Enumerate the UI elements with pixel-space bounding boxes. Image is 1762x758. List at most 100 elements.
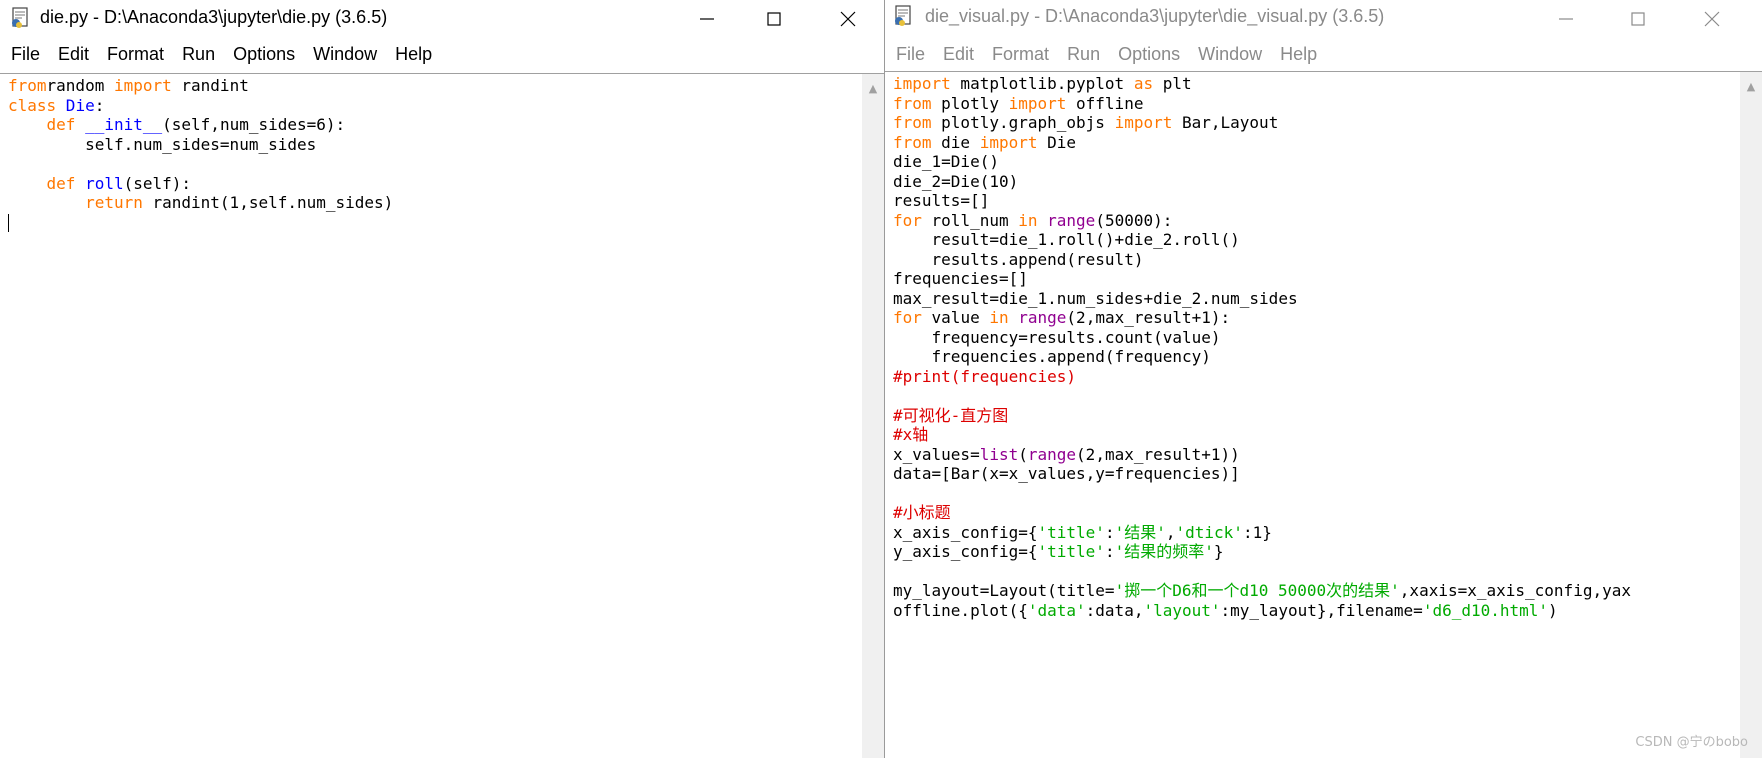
code-line[interactable] <box>893 484 1738 504</box>
code-line[interactable]: y_axis_config={'title':'结果的频率'} <box>893 542 1738 562</box>
code-token: ( <box>1018 444 1028 464</box>
code-line[interactable]: fromrandom import randint <box>8 76 860 96</box>
code-token: y_axis_config={ <box>893 542 1038 561</box>
close-button[interactable] <box>1685 0 1739 37</box>
menu-help[interactable]: Help <box>386 44 441 65</box>
menu-file[interactable]: File <box>2 44 49 65</box>
code-line[interactable]: for value in range(2,max_result+1): <box>893 308 1738 328</box>
scroll-up-arrow-icon[interactable]: ▲ <box>862 82 884 95</box>
code-token: import <box>1114 113 1173 132</box>
code-token: list <box>979 444 1019 464</box>
code-line[interactable]: frequencies.append(frequency) <box>893 347 1738 367</box>
menu-bar: File Edit Format Run Options Window Help <box>0 37 884 71</box>
menu-help[interactable]: Help <box>1271 44 1326 65</box>
code-token: randint(1,self.num_sides) <box>142 193 394 212</box>
code-token: range <box>1018 308 1067 327</box>
menu-window[interactable]: Window <box>1189 44 1271 65</box>
menu-file[interactable]: File <box>887 44 934 65</box>
code-line[interactable]: frequencies=[] <box>893 269 1738 289</box>
code-line[interactable]: results.append(result) <box>893 250 1738 270</box>
code-line[interactable] <box>8 154 860 174</box>
maximize-button[interactable] <box>747 0 801 37</box>
code-line[interactable]: def roll(self): <box>8 174 860 194</box>
code-line[interactable] <box>893 386 1738 406</box>
code-token: results.append(result) <box>893 249 1144 269</box>
menu-run[interactable]: Run <box>173 44 224 65</box>
vertical-scrollbar[interactable]: ▲ <box>862 74 884 758</box>
code-line[interactable]: #x轴 <box>893 425 1738 445</box>
code-line[interactable]: my_layout=Layout(title='掷一个D6和一个d10 5000… <box>893 581 1738 601</box>
code-line[interactable]: #小标题 <box>893 503 1738 523</box>
close-icon <box>1704 11 1720 26</box>
code-token: Bar,Layout <box>1172 113 1279 132</box>
minimize-icon <box>1559 17 1573 20</box>
code-line[interactable]: from plotly.graph_objs import Bar,Layout <box>893 113 1738 133</box>
code-token: #print(frequencies) <box>893 366 1077 386</box>
code-editor[interactable]: fromrandom import randint class Die: def … <box>0 73 884 758</box>
code-line[interactable]: class Die: <box>8 96 860 116</box>
code-line[interactable]: #print(frequencies) <box>893 367 1738 387</box>
menu-edit[interactable]: Edit <box>934 44 983 65</box>
menu-options[interactable]: Options <box>1109 44 1189 65</box>
code-editor[interactable]: import matplotlib.pyplot as plt from plot… <box>885 71 1762 758</box>
menu-window[interactable]: Window <box>304 44 386 65</box>
code-line[interactable]: def __init__(self,num_sides=6): <box>8 115 860 135</box>
code-line[interactable]: result=die_1.roll()+die_2.roll() <box>893 230 1738 250</box>
code-line[interactable]: #可视化-直方图 <box>893 406 1738 426</box>
close-button[interactable] <box>821 0 875 37</box>
code-area[interactable]: fromrandom import randint class Die: def … <box>8 76 860 758</box>
menu-edit[interactable]: Edit <box>49 44 98 65</box>
code-line[interactable]: frequency=results.count(value) <box>893 328 1738 348</box>
code-token: #x轴 <box>893 425 929 444</box>
menu-run[interactable]: Run <box>1058 44 1109 65</box>
code-line[interactable]: die_2=Die(10) <box>893 172 1738 192</box>
code-token: die <box>931 132 980 152</box>
code-token: '结果的频率' <box>1114 542 1214 561</box>
code-line[interactable]: die_1=Die() <box>893 152 1738 172</box>
vertical-scrollbar[interactable]: ▲ <box>1740 72 1762 758</box>
python-file-icon <box>12 7 28 28</box>
code-line[interactable]: data=[Bar(x=x_values,y=frequencies)] <box>893 464 1738 484</box>
code-token: (50000): <box>1095 210 1173 230</box>
code-line[interactable]: import matplotlib.pyplot as plt <box>893 74 1738 94</box>
menu-format[interactable]: Format <box>98 44 173 65</box>
code-line[interactable]: from plotly import offline <box>893 94 1738 114</box>
code-token: :data, <box>1085 600 1144 620</box>
code-line[interactable]: x_values=list(range(2,max_result+1)) <box>893 445 1738 465</box>
code-token: #可视化-直方图 <box>893 405 1009 425</box>
code-token: value <box>921 308 990 327</box>
menu-options[interactable]: Options <box>224 44 304 65</box>
code-token: x_values= <box>893 444 980 464</box>
code-token: my_layout=Layout(title= <box>893 581 1115 600</box>
code-line[interactable]: results=[] <box>893 191 1738 211</box>
minimize-button[interactable] <box>680 0 734 37</box>
code-line[interactable]: x_axis_config={'title':'结果','dtick':1} <box>893 523 1738 543</box>
title-bar[interactable]: die_visual.py - D:\Anaconda3\jupyter\die… <box>885 0 1762 37</box>
python-file-icon <box>895 5 911 26</box>
code-line[interactable]: max_result=die_1.num_sides+die_2.num_sid… <box>893 289 1738 309</box>
code-token: plotly <box>931 93 1009 113</box>
scroll-up-arrow-icon[interactable]: ▲ <box>1740 80 1762 93</box>
code-token: as <box>1133 74 1154 93</box>
code-line[interactable] <box>893 562 1738 582</box>
code-line[interactable] <box>8 213 860 232</box>
code-line[interactable]: return randint(1,self.num_sides) <box>8 193 860 213</box>
code-token: 'd6_d10.html' <box>1422 600 1549 620</box>
code-token: 'title' <box>1037 542 1105 561</box>
minimize-button[interactable] <box>1539 0 1593 37</box>
code-line[interactable]: from die import Die <box>893 133 1738 153</box>
code-token: : <box>1104 522 1115 542</box>
code-token: result=die_1.roll()+die_2.roll() <box>893 230 1240 249</box>
code-line[interactable]: offline.plot({'data':data,'layout':my_la… <box>893 601 1738 621</box>
code-line[interactable]: for roll_num in range(50000): <box>893 211 1738 231</box>
code-area[interactable]: import matplotlib.pyplot as plt from plot… <box>893 74 1738 758</box>
code-line[interactable]: self.num_sides=num_sides <box>8 135 860 155</box>
title-bar[interactable]: die.py - D:\Anaconda3\jupyter\die.py (3.… <box>0 0 884 37</box>
maximize-button[interactable] <box>1611 0 1665 37</box>
menu-format[interactable]: Format <box>983 44 1058 65</box>
text-cursor <box>8 214 9 232</box>
code-token: roll_num <box>921 210 1019 230</box>
